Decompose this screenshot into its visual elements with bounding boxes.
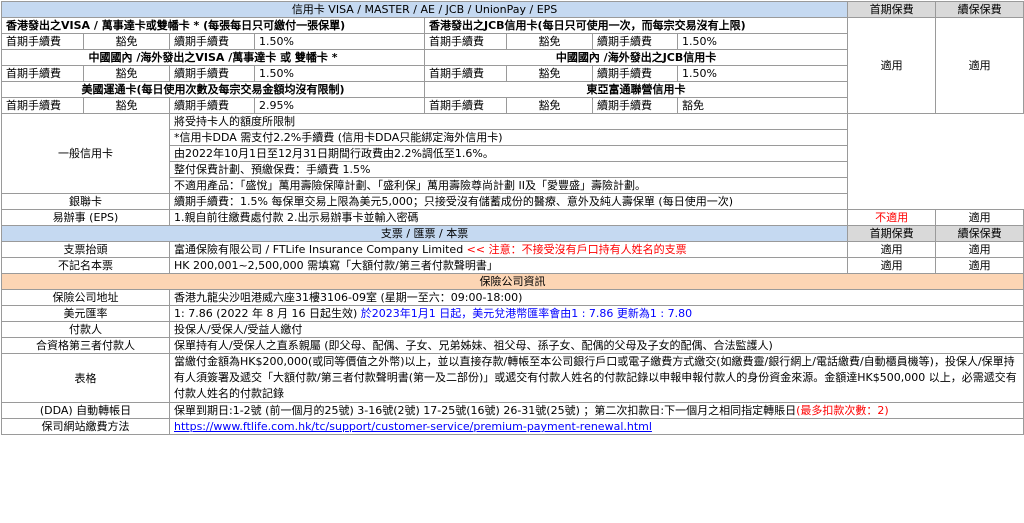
- fee-value: 豁免: [506, 33, 593, 50]
- fee-value: 豁免: [676, 97, 849, 114]
- bea-title: 東亞富通聯營信用卡: [423, 81, 849, 98]
- form-row: 表格 當繳付金額為HK$200,000(或同等價值之外幣)以上，並以直接存款/轉…: [1, 353, 1024, 403]
- renewal-premium-header: 續保保費: [935, 1, 1024, 18]
- cheque-payee-row: 支票抬頭 富通保險有限公司 / FTLife Insurance Company…: [1, 241, 1024, 258]
- hk-visa-title: 香港發出之VISA / 萬事達卡或雙幡卡 * (每張每日只可繳付一張保單): [1, 17, 425, 34]
- eps-label: 易辦事 (EPS): [1, 209, 170, 226]
- info-header: 保險公司資訊: [0, 273, 1024, 290]
- web-cell: https://www.ftlife.com.hk/tc/support/cus…: [168, 418, 1024, 435]
- fee-value: 2.95%: [254, 97, 425, 114]
- cheque-initial-header: 首期保費: [847, 225, 937, 242]
- cheque-payee-label: 支票抬頭: [1, 241, 170, 258]
- fee-value: 1.50%: [254, 65, 425, 82]
- cards-initial-applicable: 適用: [847, 17, 937, 114]
- fee-key: 續期手續費: [169, 33, 255, 50]
- payment-renewal-link[interactable]: https://www.ftlife.com.hk/tc/support/cus…: [174, 420, 652, 433]
- bearer-row: 不記名本票 HK 200,001~2,500,000 需填寫「大額付款/第三者付…: [1, 257, 1024, 274]
- header-row: 信用卡 VISA / MASTER / AE / JCB / UnionPay …: [0, 1, 1024, 18]
- eps-initial: 不適用: [847, 209, 937, 226]
- fee-key: 首期手續費: [424, 33, 507, 50]
- dda-row: (DDA) 自動轉帳日 保單到期日:1-2號 (前一個月的25號) 3-16號(…: [1, 402, 1024, 419]
- card-title-row: 香港發出之VISA / 萬事達卡或雙幡卡 * (每張每日只可繳付一張保單) 香港…: [1, 17, 1024, 114]
- payer-label: 付款人: [1, 321, 170, 338]
- payer-text: 投保人/受保人/受益人繳付: [168, 321, 1024, 338]
- fee-key: 首期手續費: [424, 65, 507, 82]
- initial-premium-header: 首期保費: [847, 1, 937, 18]
- form-text: 當繳付金額為HK$200,000(或同等價值之外幣)以上，並以直接存款/轉帳至本…: [168, 353, 1024, 403]
- address-text: 香港九龍尖沙咀港威六座31樓3106-09室 (星期一至六：09:00-18:0…: [168, 289, 1024, 306]
- cheque-payee-initial: 適用: [847, 241, 937, 258]
- cards-renewal-applicable: 適用: [935, 17, 1024, 114]
- fx-cell: 1: 7.86 (2022 年 8 月 16 日起生效) 於2023年1月1 日…: [168, 305, 1024, 322]
- fee-key: 首期手續費: [424, 97, 507, 114]
- fee-value: 豁免: [83, 33, 170, 50]
- cheque-header: 支票 / 匯票 / 本票: [0, 225, 849, 242]
- payment-methods-table: 信用卡 VISA / MASTER / AE / JCB / UnionPay …: [0, 1, 1024, 435]
- fee-value: 豁免: [506, 65, 593, 82]
- unionpay-label: 銀聯卡: [1, 193, 170, 210]
- third-party-label: 合資格第三者付款人: [1, 337, 170, 354]
- general-note: 不適用產品：「盛悅」萬用壽險保障計劃、「盛利保」萬用壽險尊尚計劃 II及「愛豐盛…: [168, 177, 849, 194]
- unionpay-text: 續期手續費：1.5% 每保單交易上限為美元5,000；只接受沒有儲蓄成份的醫療、…: [168, 193, 849, 210]
- fx-row: 美元匯率 1: 7.86 (2022 年 8 月 16 日起生效) 於2023年…: [1, 305, 1024, 322]
- fee-key: 首期手續費: [1, 97, 84, 114]
- hk-jcb-title: 香港發出之JCB信用卡(每日只可使用一次，而每宗交易沒有上限): [423, 17, 849, 34]
- cheque-payee-cell: 富通保險有限公司 / FTLife Insurance Company Limi…: [168, 241, 849, 258]
- fx-update-note: 於2023年1月1 日起，美元兌港幣匯率會由1 : 7.86 更新為1 : 7.…: [357, 307, 693, 320]
- address-row: 保險公司地址 香港九龍尖沙咀港威六座31樓3106-09室 (星期一至六：09:…: [1, 289, 1024, 306]
- bearer-initial: 適用: [847, 257, 937, 274]
- bearer-label: 不記名本票: [1, 257, 170, 274]
- bearer-text: HK 200,001~2,500,000 需填寫「大額付款/第三者付款聲明書」: [168, 257, 849, 274]
- fee-value: 1.50%: [676, 65, 849, 82]
- dda-max-attempts: (最多扣款次數：2): [796, 404, 889, 417]
- cheque-payee-text: 富通保險有限公司 / FTLife Insurance Company Limi…: [174, 243, 464, 256]
- dda-label: (DDA) 自動轉帳日: [1, 402, 170, 419]
- fee-value: 1.50%: [676, 33, 849, 50]
- web-row: 保司網站繳費方法 https://www.ftlife.com.hk/tc/su…: [1, 418, 1024, 435]
- fee-value: 1.50%: [254, 33, 425, 50]
- cheque-renewal-header: 續保保費: [935, 225, 1024, 242]
- eps-row: 易辦事 (EPS) 1.親自前往繳費處付款 2.出示易辦事卡並輸入密碼 不適用 …: [1, 209, 1024, 226]
- general-card-row: 一般信用卡 將受持卡人的額度所限制: [1, 113, 1024, 194]
- unionpay-row: 銀聯卡 續期手續費：1.5% 每保單交易上限為美元5,000；只接受沒有儲蓄成份…: [1, 193, 1024, 210]
- general-note: *信用卡DDA 需支付2.2%手續費 (信用卡DDA只能綁定海外信用卡): [168, 129, 849, 146]
- fx-text: 1: 7.86 (2022 年 8 月 16 日起生效): [174, 307, 358, 320]
- fee-value: 豁免: [506, 97, 593, 114]
- fx-label: 美元匯率: [1, 305, 170, 322]
- fee-key: 續期手續費: [592, 65, 678, 82]
- fee-key: 首期手續費: [1, 33, 84, 50]
- fee-value: 豁免: [83, 97, 170, 114]
- cheque-payee-renewal: 適用: [935, 241, 1024, 258]
- fee-key: 首期手續費: [1, 65, 84, 82]
- third-party-row: 合資格第三者付款人 保單持有人/受保人之直系親屬 (即父母、配偶、子女、兄弟姊妹…: [1, 337, 1024, 354]
- info-header-row: 保險公司資訊: [0, 273, 1024, 290]
- fee-value: 豁免: [83, 65, 170, 82]
- dda-cell: 保單到期日:1-2號 (前一個月的25號) 3-16號(2號) 17-25號(1…: [168, 402, 1024, 419]
- third-party-text: 保單持有人/受保人之直系親屬 (即父母、配偶、子女、兄弟姊妹、祖父母、孫子女、配…: [168, 337, 1024, 354]
- ae-title: 美國運通卡(每日使用次數及每宗交易金額均沒有限制): [1, 81, 425, 98]
- address-label: 保險公司地址: [1, 289, 170, 306]
- eps-renewal: 適用: [935, 209, 1024, 226]
- general-card-label: 一般信用卡: [1, 113, 170, 194]
- general-note: 整付保費計劃、預繳保費：手續費 1.5%: [168, 161, 849, 178]
- cheque-header-row: 支票 / 匯票 / 本票 首期保費 續保保費: [0, 225, 1024, 242]
- fee-key: 續期手續費: [592, 33, 678, 50]
- cheque-payee-warning: << 注意：不接受沒有戶口持有人姓名的支票: [463, 243, 687, 256]
- eps-text: 1.親自前往繳費處付款 2.出示易辦事卡並輸入密碼: [168, 209, 849, 226]
- payer-row: 付款人 投保人/受保人/受益人繳付: [1, 321, 1024, 338]
- dda-text: 保單到期日:1-2號 (前一個月的25號) 3-16號(2號) 17-25號(1…: [174, 404, 797, 417]
- fee-key: 續期手續費: [169, 65, 255, 82]
- form-label: 表格: [1, 353, 170, 403]
- bearer-renewal: 適用: [935, 257, 1024, 274]
- cn-jcb-title: 中國國內 /海外發出之JCB信用卡: [423, 49, 849, 66]
- fee-key: 續期手續費: [169, 97, 255, 114]
- fee-key: 續期手續費: [592, 97, 678, 114]
- web-label: 保司網站繳費方法: [1, 418, 170, 435]
- methods-header: 信用卡 VISA / MASTER / AE / JCB / UnionPay …: [0, 1, 849, 18]
- general-note: 由2022年10月1日至12月31日期間行政費由2.2%調低至1.6%。: [168, 145, 849, 162]
- general-note: 將受持卡人的額度所限制: [168, 113, 849, 130]
- cn-visa-title: 中國國內 /海外發出之VISA /萬事達卡 或 雙幡卡 *: [1, 49, 425, 66]
